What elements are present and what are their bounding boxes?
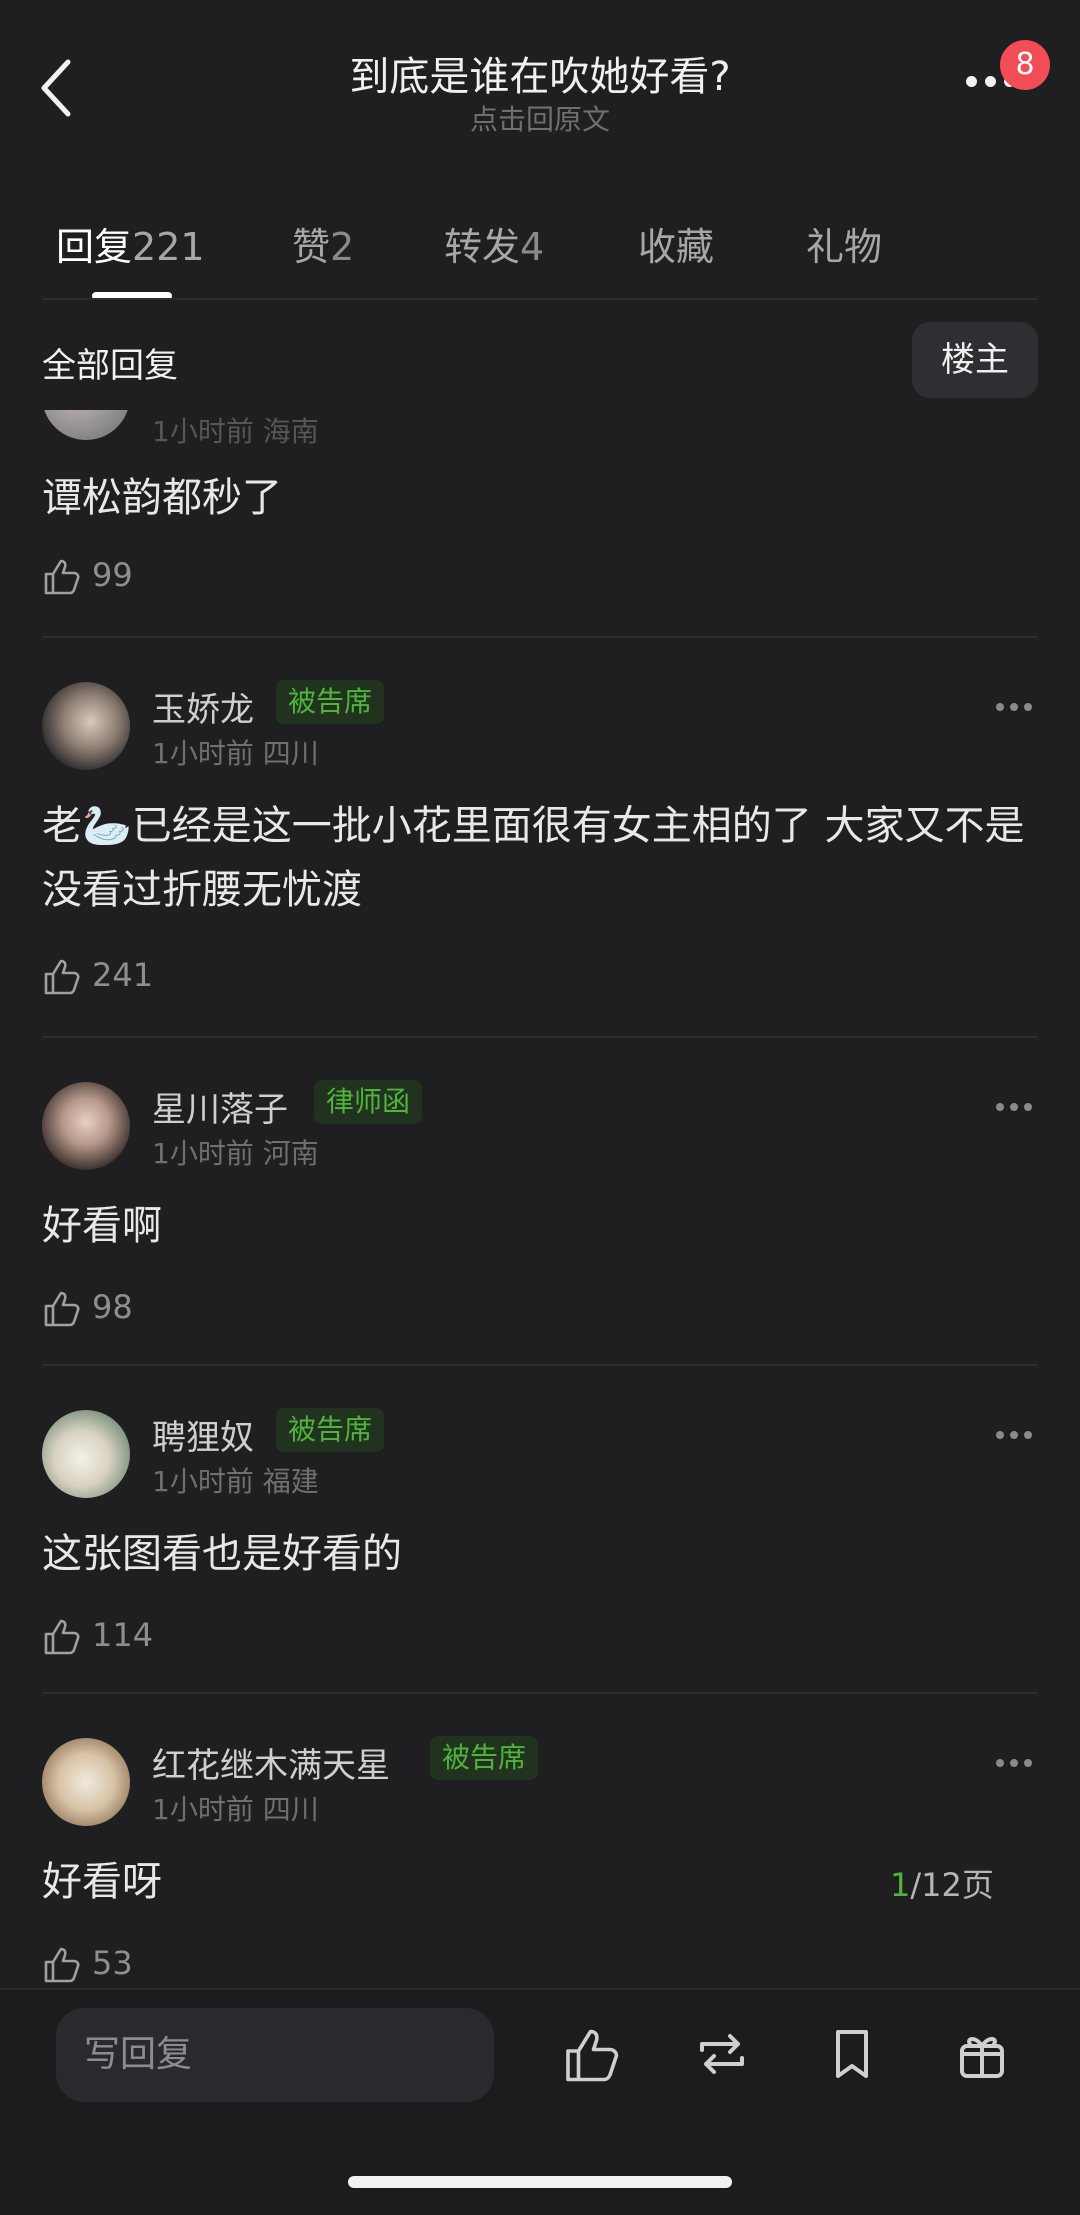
tab-replies[interactable]: 回复221	[56, 216, 205, 271]
repost-icon[interactable]	[692, 2024, 752, 2084]
comment-time: 1小时前	[152, 737, 254, 770]
comment-item[interactable]: 红花继木满天星 被告席 1小时前 四川 好看呀 53	[0, 1726, 1080, 1988]
comment-text: 这张图看也是好看的	[42, 1531, 402, 1577]
tab-gifts[interactable]: 礼物	[806, 216, 882, 271]
thumbs-up-icon	[44, 559, 80, 595]
notification-badge: 8	[1000, 40, 1050, 90]
comment-text: 老🦢已经是这一批小花里面很有女主相的了 大家又不是没看过折腰无忧渡	[42, 803, 1025, 913]
back-to-original-link[interactable]: 点击回原文	[0, 98, 1080, 138]
comment-location: 四川	[262, 1793, 319, 1826]
tab-reposts[interactable]: 转发4	[444, 216, 544, 271]
tab-count: 2	[330, 225, 355, 269]
divider	[42, 636, 1038, 638]
page-indicator[interactable]: 1/12页	[890, 1860, 994, 1906]
avatar[interactable]	[42, 1410, 130, 1498]
comment-time: 1小时前	[152, 1793, 254, 1826]
user-tag: 被告席	[430, 1736, 539, 1780]
thumbs-up-icon	[44, 1291, 80, 1327]
comment-meta: 1小时前 海南	[152, 415, 319, 448]
home-indicator[interactable]	[348, 2176, 732, 2188]
user-tag: 被告席	[276, 1408, 385, 1452]
tab-label: 礼物	[806, 225, 883, 269]
comment-meta: 1小时前 四川	[152, 1788, 319, 1828]
divider	[42, 1692, 1038, 1694]
thumbs-up-icon	[44, 959, 80, 995]
more-options-icon[interactable]	[996, 1096, 1040, 1111]
comment-meta: 1小时前 福建	[152, 1460, 319, 1500]
reply-input[interactable]: 写回复	[56, 2008, 494, 2102]
tab-bar: 回复221 赞2 转发4 收藏 礼物	[0, 200, 1080, 300]
username[interactable]: 聘狸奴	[152, 1410, 254, 1459]
avatar[interactable]	[42, 682, 130, 770]
comment-meta: 1小时前 河南	[152, 1132, 319, 1172]
comment-item[interactable]: 聘狸奴 被告席 1小时前 福建 这张图看也是好看的 114	[0, 1398, 1080, 1678]
comment-item[interactable]: 玉娇龙 被告席 1小时前 四川 老🦢已经是这一批小花里面很有女主相的了 大家又不…	[0, 670, 1080, 1030]
more-options-icon[interactable]	[996, 696, 1040, 711]
post-title[interactable]: 到底是谁在吹她好看?	[0, 44, 1080, 102]
thumbs-up-icon	[44, 1619, 80, 1655]
more-options-icon[interactable]	[996, 1752, 1040, 1767]
like-count: 99	[92, 556, 133, 594]
tab-label: 收藏	[638, 225, 715, 269]
comment-text: 好看呀	[42, 1859, 162, 1905]
current-page: 1	[890, 1866, 911, 1904]
like-count: 53	[92, 1944, 133, 1982]
comment-item[interactable]: 星川落子 律师函 1小时前 河南 好看啊 98	[0, 1070, 1080, 1350]
more-options-icon[interactable]	[996, 1424, 1040, 1439]
tab-count: 4	[520, 225, 545, 269]
comment-item-partial[interactable]: 1小时前 海南 谭松韵都秒了 99	[0, 410, 1080, 640]
all-replies-label: 全部回复	[42, 346, 178, 386]
comment-text: 好看啊	[42, 1203, 162, 1249]
comment-time: 1小时前	[152, 1465, 254, 1498]
total-pages: /12页	[910, 1866, 994, 1904]
header: 到底是谁在吹她好看? 点击回原文 8	[0, 0, 1080, 150]
username[interactable]: 玉娇龙	[152, 682, 254, 731]
gift-icon[interactable]	[952, 2024, 1012, 2084]
thumbs-up-icon[interactable]	[562, 2024, 622, 2084]
avatar[interactable]	[42, 410, 130, 440]
comment-meta: 1小时前 四川	[152, 732, 319, 772]
tab-favorites[interactable]: 收藏	[638, 216, 714, 271]
like-count: 114	[92, 1616, 154, 1654]
comment-location: 河南	[262, 1137, 319, 1170]
filter-bar: 全部回复 楼主	[0, 300, 1080, 410]
comment-text: 谭松韵都秒了	[42, 475, 282, 521]
like-count: 98	[92, 1288, 133, 1326]
tab-label: 赞	[292, 225, 331, 269]
thumbs-up-icon	[44, 1947, 80, 1983]
tab-count: 221	[132, 225, 205, 269]
comment-time: 1小时前	[152, 1137, 254, 1170]
bookmark-icon[interactable]	[822, 2024, 882, 2084]
owner-only-button[interactable]: 楼主	[912, 322, 1038, 398]
divider	[42, 1364, 1038, 1366]
tab-label: 回复	[56, 225, 133, 269]
tab-likes[interactable]: 赞2	[292, 216, 354, 271]
comment-location: 四川	[262, 737, 319, 770]
tab-label: 转发	[444, 225, 521, 269]
username[interactable]: 星川落子	[152, 1082, 288, 1131]
divider	[42, 1036, 1038, 1038]
comment-location: 福建	[262, 1465, 319, 1498]
username[interactable]: 红花继木满天星	[152, 1738, 390, 1787]
user-tag: 被告席	[276, 680, 385, 724]
avatar[interactable]	[42, 1738, 130, 1826]
avatar[interactable]	[42, 1082, 130, 1170]
like-count: 241	[92, 956, 154, 994]
user-tag: 律师函	[314, 1080, 423, 1124]
